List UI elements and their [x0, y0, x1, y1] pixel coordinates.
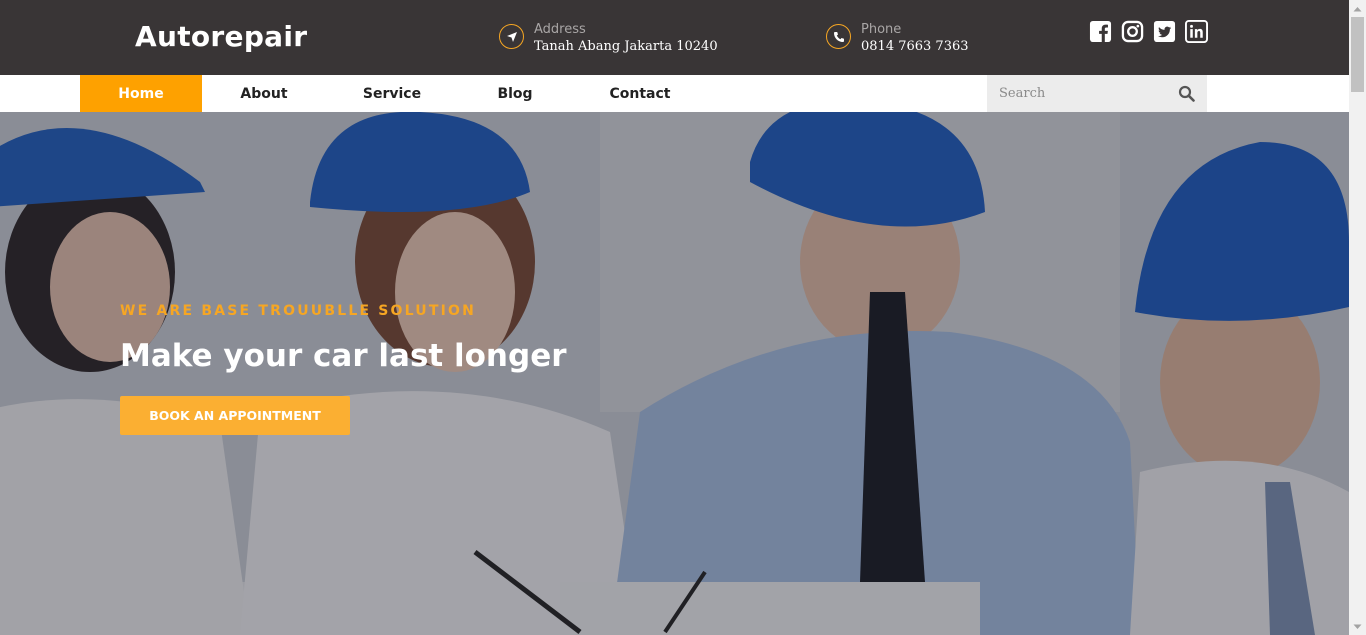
address-label: Address	[534, 22, 586, 37]
social-links	[1089, 20, 1208, 43]
search-box	[987, 75, 1207, 112]
phone-value: 0814 7663 7363	[861, 39, 969, 54]
phone-icon	[826, 24, 851, 49]
facebook-icon[interactable]	[1089, 20, 1112, 43]
top-header: Autorepair Address Tanah Abang Jakarta 1…	[0, 0, 1349, 75]
location-arrow-icon	[499, 24, 524, 49]
book-appointment-button[interactable]: BOOK AN APPOINTMENT	[120, 396, 350, 435]
search-input[interactable]	[987, 75, 1167, 112]
linkedin-icon[interactable]	[1185, 20, 1208, 43]
main-nav: Home About Service Blog Contact	[0, 75, 1349, 112]
address-info: Address Tanah Abang Jakarta 10240	[499, 22, 718, 56]
search-icon[interactable]	[1178, 85, 1195, 102]
twitter-icon[interactable]	[1153, 20, 1176, 43]
instagram-icon[interactable]	[1121, 20, 1144, 43]
address-value: Tanah Abang Jakarta 10240	[534, 39, 718, 54]
hero-banner: WE ARE BASE TROUUBLLE SOLUTION Make your…	[0, 112, 1349, 635]
nav-item-blog[interactable]: Blog	[478, 75, 552, 112]
scroll-up-arrow-icon[interactable]	[1349, 0, 1366, 17]
phone-info: Phone 0814 7663 7363	[826, 22, 969, 56]
scroll-down-arrow-icon[interactable]	[1349, 618, 1366, 635]
nav-item-service[interactable]: Service	[348, 75, 436, 112]
page-scrollbar[interactable]	[1349, 0, 1366, 635]
hero-headline: Make your car last longer	[120, 338, 567, 374]
nav-item-contact[interactable]: Contact	[596, 75, 684, 112]
phone-label: Phone	[861, 22, 902, 37]
brand-logo[interactable]: Autorepair	[135, 20, 307, 53]
nav-item-about[interactable]: About	[220, 75, 308, 112]
nav-item-home[interactable]: Home	[80, 75, 202, 112]
hero-tagline: WE ARE BASE TROUUBLLE SOLUTION	[120, 303, 477, 319]
scrollbar-thumb[interactable]	[1351, 17, 1364, 92]
